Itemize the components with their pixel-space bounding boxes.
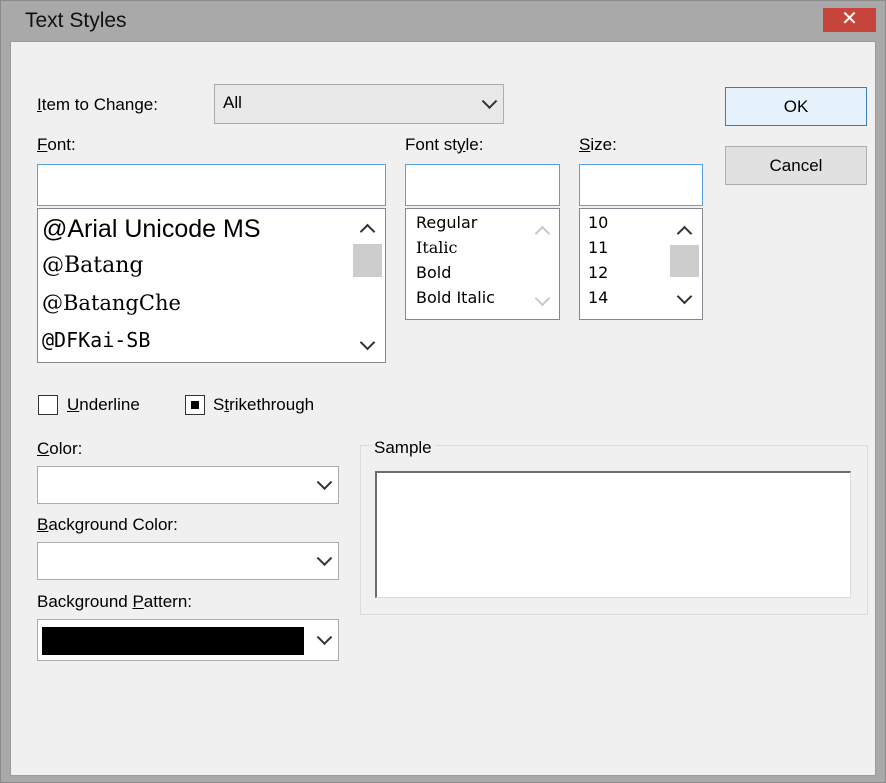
item-to-change-dropdown[interactable]: All [214, 84, 504, 124]
checkbox-mark-icon [191, 401, 199, 409]
size-input[interactable] [579, 164, 703, 206]
background-pattern-label: Background Pattern: [37, 592, 192, 611]
font-style-list[interactable]: Regular Italic Bold Bold Italic [405, 208, 560, 320]
font-style-item[interactable]: Bold [416, 263, 451, 282]
size-list-scrollbar[interactable] [668, 209, 702, 319]
font-list-item[interactable]: @DFKai-SB [42, 328, 150, 352]
font-style-scrollbar[interactable] [526, 209, 559, 319]
chevron-down-icon [316, 474, 333, 491]
scroll-down-icon[interactable] [676, 288, 693, 305]
scroll-up-icon[interactable] [359, 223, 376, 240]
size-item[interactable]: 14 [588, 288, 608, 307]
dialog-client-area: Item to Change: All OK Cancel Font: @Ari… [10, 41, 876, 776]
strikethrough-checkbox[interactable] [185, 395, 205, 415]
font-list[interactable]: @Arial Unicode MS @Batang @BatangChe @DF… [37, 208, 386, 363]
chevron-down-icon [481, 93, 498, 110]
dialog-title: Text Styles [25, 9, 127, 32]
underline-checkbox[interactable] [38, 395, 58, 415]
text-styles-dialog: Text Styles ✕ Item to Change: All OK Can… [0, 0, 886, 783]
size-label: Size: [579, 135, 617, 154]
item-to-change-value: All [223, 93, 242, 112]
background-color-label: Background Color: [37, 515, 178, 534]
color-dropdown[interactable] [37, 466, 339, 504]
size-item[interactable]: 10 [588, 213, 608, 232]
chevron-down-icon [316, 629, 333, 646]
font-input[interactable] [37, 164, 386, 206]
size-item[interactable]: 11 [588, 238, 608, 257]
scrollbar-thumb[interactable] [353, 244, 382, 277]
background-pattern-dropdown[interactable] [37, 619, 339, 661]
font-list-scrollbar[interactable] [351, 209, 385, 362]
sample-preview [375, 471, 851, 598]
font-style-item[interactable]: Regular [416, 213, 477, 232]
color-label: Color: [37, 439, 83, 458]
scrollbar-thumb[interactable] [670, 245, 699, 277]
font-style-label: Font style: [405, 135, 484, 154]
font-style-item[interactable]: Bold Italic [416, 288, 495, 307]
background-color-dropdown[interactable] [37, 542, 339, 580]
font-list-item[interactable]: @Arial Unicode MS [42, 215, 261, 244]
pattern-swatch [42, 627, 304, 655]
scroll-down-icon[interactable] [534, 290, 551, 307]
scroll-up-icon[interactable] [676, 225, 693, 242]
cancel-button[interactable]: Cancel [725, 146, 867, 185]
title-bar[interactable]: Text Styles ✕ [1, 1, 885, 41]
font-list-item[interactable]: @Batang [42, 253, 144, 278]
close-button[interactable]: ✕ [823, 8, 876, 32]
font-style-item[interactable]: Italic [416, 238, 457, 257]
close-icon: ✕ [841, 8, 858, 30]
strikethrough-label[interactable]: Strikethrough [213, 395, 314, 415]
item-to-change-label: Item to Change: [37, 95, 158, 114]
size-item[interactable]: 12 [588, 263, 608, 282]
item-to-change-label-rest: tem to Change: [41, 95, 158, 114]
scroll-down-icon[interactable] [359, 334, 376, 351]
font-list-item[interactable]: @BatangChe [42, 291, 181, 315]
scroll-up-icon[interactable] [534, 225, 551, 242]
ok-button[interactable]: OK [725, 87, 867, 126]
underline-label[interactable]: Underline [67, 395, 140, 415]
chevron-down-icon [316, 550, 333, 567]
sample-label: Sample [371, 438, 435, 458]
font-label: Font: [37, 135, 76, 154]
font-style-input[interactable] [405, 164, 560, 206]
size-list[interactable]: 10 11 12 14 [579, 208, 703, 320]
